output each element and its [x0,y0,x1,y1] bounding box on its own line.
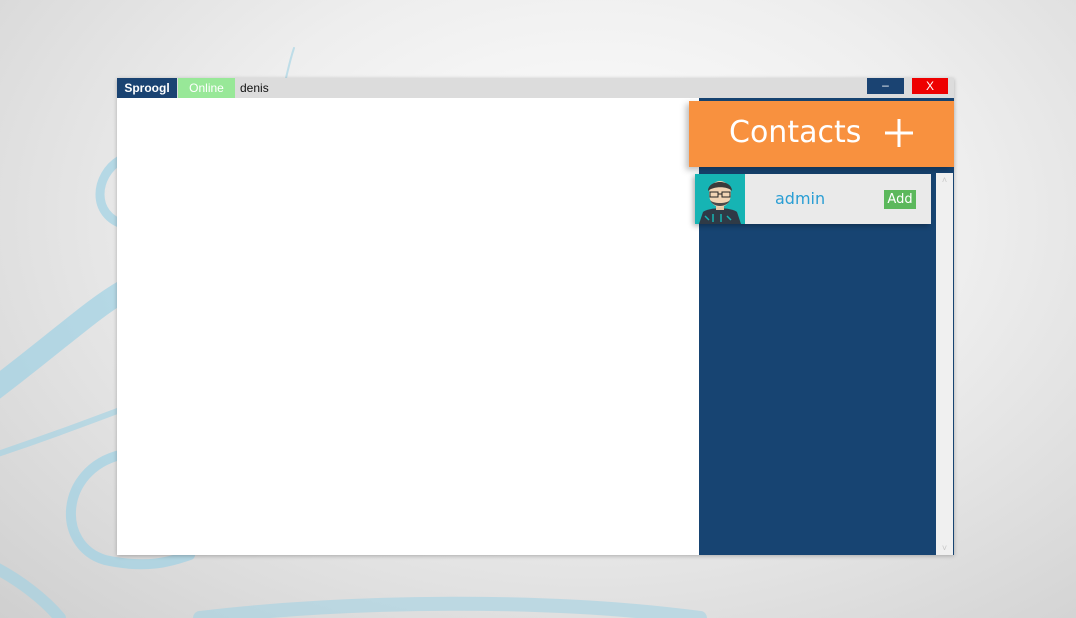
scroll-down-icon[interactable]: ˅ [936,541,953,555]
online-status-badge[interactable]: Online [178,78,235,98]
contacts-sidebar: Contacts admin Add ˄ ˅ [689,98,954,555]
minimize-button[interactable]: – [867,78,904,94]
contacts-scrollbar[interactable]: ˄ ˅ [936,173,953,555]
contacts-title: Contacts [729,115,862,150]
scroll-up-icon[interactable]: ˄ [936,173,953,187]
contact-list-item[interactable]: admin Add [695,174,931,224]
username-label: denis [240,81,269,95]
avatar-icon [695,174,745,224]
chat-area[interactable] [117,98,699,555]
plus-icon [885,119,913,147]
app-name-label: Sproogl [117,78,177,98]
close-button[interactable]: X [912,78,948,94]
add-button[interactable]: Add [884,190,916,209]
add-contact-button[interactable] [881,113,917,153]
title-bar: Sproogl Online denis – X [117,78,954,98]
contact-name: admin [775,189,826,208]
app-window: Sproogl Online denis – X Contacts admin … [117,78,954,555]
contacts-header: Contacts [689,101,954,167]
